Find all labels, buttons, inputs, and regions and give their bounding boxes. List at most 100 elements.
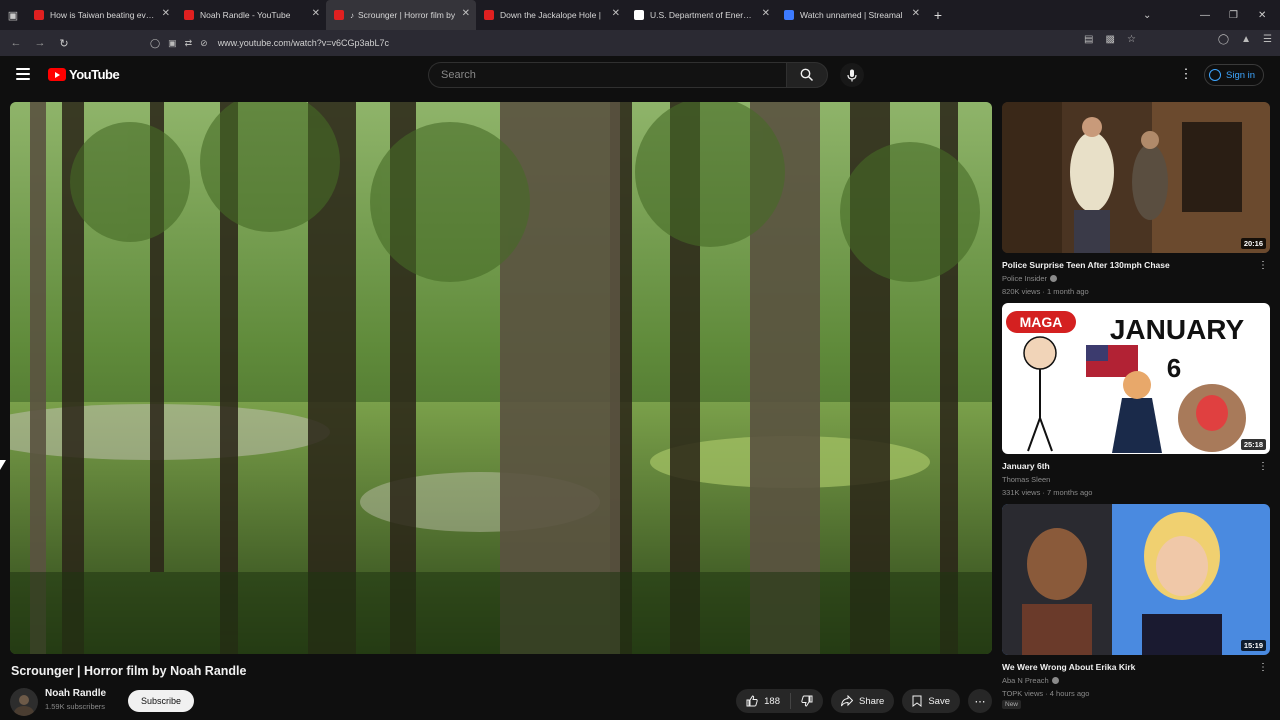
bookmark-star-icon[interactable]: ☆ xyxy=(1127,34,1136,45)
browser-tab[interactable]: Watch unnamed | Streamal ✕ xyxy=(776,0,926,30)
thumbnail-image xyxy=(1002,102,1270,253)
tab-list-icon[interactable]: ▣ xyxy=(0,0,26,30)
recommendation-item[interactable]: 20:16 Police Surprise Teen After 130mph … xyxy=(1002,102,1270,303)
bookmark-icon xyxy=(912,695,922,707)
recommendation-channel[interactable]: Police Insider xyxy=(1002,274,1058,283)
tab-favicon-icon xyxy=(184,10,194,20)
tab-close-icon[interactable]: ✕ xyxy=(612,8,620,19)
tab-favicon-icon xyxy=(634,10,644,20)
verified-icon xyxy=(1051,677,1059,684)
tab-title: Noah Randle - YouTube xyxy=(200,10,291,20)
recommendation-menu-icon[interactable]: ⋮ xyxy=(1258,260,1268,271)
app-menu-icon[interactable]: ☰ xyxy=(1263,34,1272,45)
account-icon[interactable]: ◯ xyxy=(1218,34,1229,45)
search-button[interactable] xyxy=(786,62,828,88)
tab-favicon-icon xyxy=(484,10,494,20)
shield-icon[interactable]: ◯ xyxy=(150,38,160,49)
address-bar[interactable]: ◯ ▣ ⇄ ⊘ www.youtube.com/watch?v=v6CGp3ab… xyxy=(150,33,1130,53)
recommendation-meta: 331K views · 7 months ago xyxy=(1002,488,1093,497)
picture-in-picture-icon[interactable]: ▩ xyxy=(1106,34,1115,45)
save-label: Save xyxy=(928,695,950,707)
lock-icon[interactable]: ▣ xyxy=(168,38,177,49)
tab-overflow-icon[interactable]: ⌄ xyxy=(1143,0,1151,30)
tab-audio-icon[interactable]: ♪ xyxy=(350,11,354,20)
recommendation-title[interactable]: January 6th xyxy=(1002,461,1252,471)
minimize-icon[interactable]: — xyxy=(1200,0,1210,30)
voice-search-button[interactable] xyxy=(840,63,864,87)
search-input[interactable]: Search xyxy=(428,62,786,88)
subscribe-button[interactable]: Subscribe xyxy=(128,690,194,712)
video-thumbnail[interactable]: 20:16 xyxy=(1002,102,1270,253)
more-actions-icon[interactable]: ⋯ xyxy=(968,689,992,713)
thumbs-up-icon xyxy=(746,695,758,707)
close-window-icon[interactable]: ✕ xyxy=(1258,0,1266,30)
youtube-logo[interactable]: YouTube xyxy=(48,67,120,82)
forward-icon[interactable]: → xyxy=(28,31,52,55)
tab-close-icon[interactable]: ✕ xyxy=(462,8,470,19)
logo-text: YouTube xyxy=(69,67,120,82)
recommendation-title[interactable]: We Were Wrong About Erika Kirk xyxy=(1002,662,1252,672)
browser-tab[interactable]: How is Taiwan beating everyon ✕ xyxy=(26,0,176,30)
video-frame-forest xyxy=(10,102,992,654)
mouse-cursor-icon xyxy=(0,460,6,470)
thumbnail-image xyxy=(1002,504,1270,655)
tab-close-icon[interactable]: ✕ xyxy=(312,8,320,19)
recommendation-meta: TOPK views · 4 hours ago New xyxy=(1002,689,1089,709)
video-thumbnail[interactable]: MAGA JANUARY 6 25:18 xyxy=(1002,303,1270,454)
search-icon xyxy=(800,68,814,82)
like-count: 188 xyxy=(764,695,780,707)
recommendation-menu-icon[interactable]: ⋮ xyxy=(1258,461,1268,472)
autoplay-blocked-icon[interactable]: ⊘ xyxy=(200,38,208,49)
recommendation-meta: 820K views · 1 month ago xyxy=(1002,287,1089,296)
save-button[interactable]: Save xyxy=(902,689,960,713)
browser-tab[interactable]: Noah Randle - YouTube ✕ xyxy=(176,0,326,30)
video-duration: 20:16 xyxy=(1240,238,1266,249)
browser-tab[interactable]: Down the Jackalope Hole | ✕ xyxy=(476,0,626,30)
back-icon[interactable]: ← xyxy=(4,31,28,55)
browser-nav-bar: ← → ↻ ◯ ▣ ⇄ ⊘ www.youtube.com/watch?v=v6… xyxy=(0,30,1280,56)
tab-title: Down the Jackalope Hole | xyxy=(500,10,601,20)
share-button[interactable]: Share xyxy=(830,689,895,713)
reader-view-icon[interactable]: ▤ xyxy=(1084,34,1093,45)
video-player[interactable] xyxy=(10,102,992,654)
tab-close-icon[interactable]: ✕ xyxy=(762,8,770,19)
tab-title: Scrounger | Horror film by xyxy=(358,10,456,20)
recommendation-item[interactable]: MAGA JANUARY 6 25:18 January 6th Thomas … xyxy=(1002,303,1270,504)
tab-favicon-icon xyxy=(784,10,794,20)
thumb-badge-text: MAGA xyxy=(1020,314,1063,330)
recommendation-channel[interactable]: Aba N Preach xyxy=(1002,676,1059,685)
maximize-icon[interactable]: ❐ xyxy=(1229,0,1238,30)
settings-more-icon[interactable]: ⋮ xyxy=(1178,66,1194,82)
sign-in-button[interactable]: Sign in xyxy=(1204,64,1265,86)
url-text[interactable]: www.youtube.com/watch?v=v6CGp3abL7c xyxy=(218,38,389,48)
menu-icon[interactable] xyxy=(16,68,30,80)
tab-favicon-icon xyxy=(34,10,44,20)
permissions-icon[interactable]: ⇄ xyxy=(185,38,193,49)
browser-tab[interactable]: U.S. Department of Energy on ✕ xyxy=(626,0,776,30)
new-tab-icon[interactable]: + xyxy=(926,0,950,30)
like-button[interactable]: 188 xyxy=(736,693,791,709)
video-title: Scrounger | Horror film by Noah Randle xyxy=(11,664,247,678)
microphone-icon xyxy=(847,69,857,81)
channel-avatar[interactable] xyxy=(10,688,38,716)
reload-icon[interactable]: ↻ xyxy=(52,31,76,55)
recommendation-item[interactable]: 15:19 We Were Wrong About Erika Kirk Aba… xyxy=(1002,504,1270,709)
sign-in-label: Sign in xyxy=(1226,69,1256,81)
recommendation-title[interactable]: Police Surprise Teen After 130mph Chase xyxy=(1002,260,1252,270)
extensions-icon[interactable]: ▲ xyxy=(1241,34,1251,45)
meta-text: TOPK views · 4 hours ago xyxy=(1002,689,1090,698)
recommendation-menu-icon[interactable]: ⋮ xyxy=(1258,662,1268,673)
tab-close-icon[interactable]: ✕ xyxy=(912,8,920,19)
browser-tab[interactable]: ♪ Scrounger | Horror film by ✕ xyxy=(326,0,476,30)
video-actions: 188 Share Save ⋯ xyxy=(736,689,992,713)
dislike-button[interactable] xyxy=(791,695,823,707)
channel-name: Police Insider xyxy=(1002,274,1048,283)
tab-close-icon[interactable]: ✕ xyxy=(162,8,170,19)
verified-icon xyxy=(1050,275,1058,282)
channel-name: Thomas Sleen xyxy=(1002,475,1051,484)
user-icon xyxy=(1209,69,1221,81)
recommendation-channel[interactable]: Thomas Sleen xyxy=(1002,475,1050,484)
channel-name[interactable]: Noah Randle xyxy=(45,688,106,699)
video-thumbnail[interactable]: 15:19 xyxy=(1002,504,1270,655)
video-duration: 25:18 xyxy=(1240,439,1266,450)
